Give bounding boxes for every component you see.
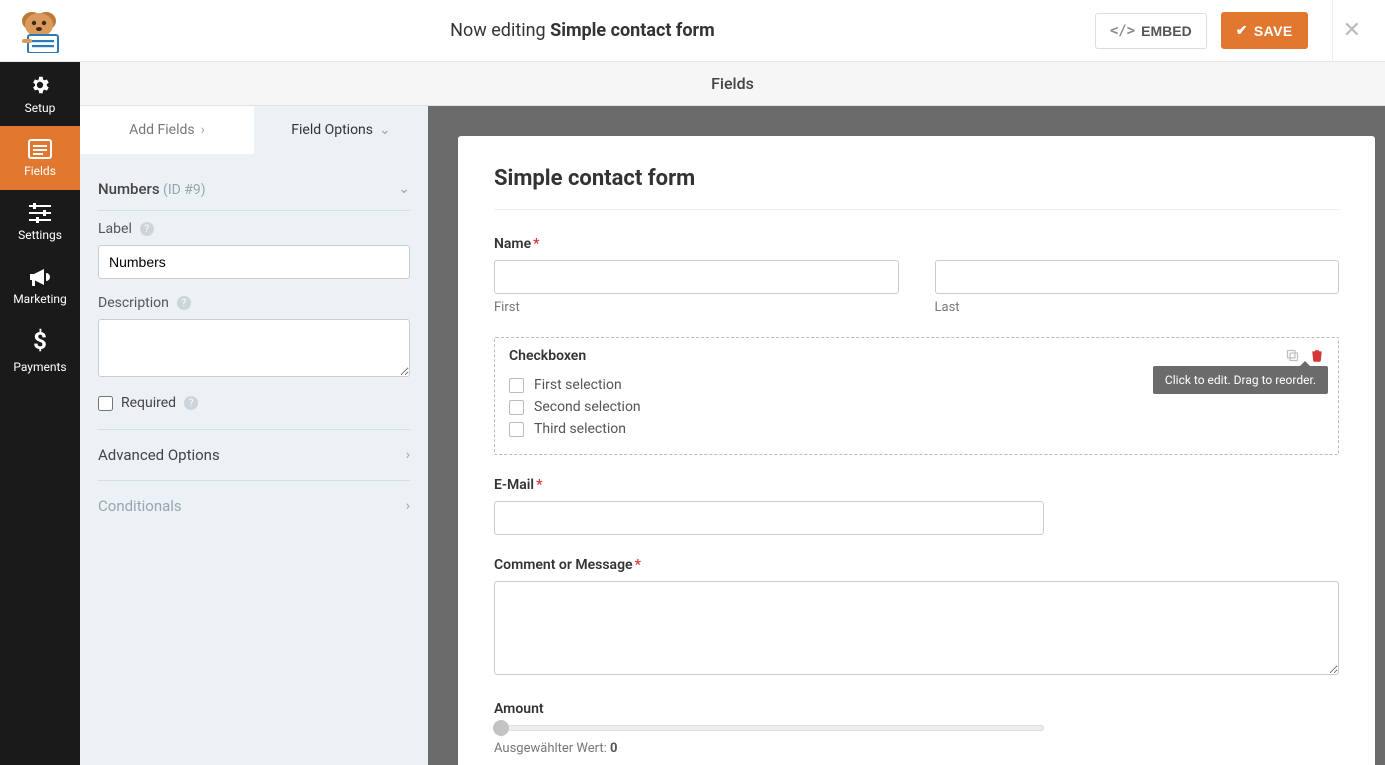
required-star: * [635, 557, 641, 573]
panel-body: Numbers (ID #9) ⌄ Label ? Description [80, 154, 428, 765]
required-checkbox[interactable] [98, 396, 113, 411]
code-icon: </> [1110, 23, 1135, 39]
amount-label: Amount [494, 701, 1339, 717]
duplicate-icon[interactable] [1285, 348, 1300, 363]
page-title: Now editing Simple contact form [70, 20, 1095, 41]
options-panel: Add Fields › Field Options ⌄ Numbers (ID… [80, 106, 428, 765]
field-section-header[interactable]: Numbers (ID #9) ⌄ [98, 168, 410, 211]
chevron-right-icon: › [406, 498, 410, 514]
comment-textarea[interactable] [494, 581, 1339, 675]
field-section-name: Numbers [98, 180, 160, 198]
field-options-block: Label ? Description ? Required ? [98, 211, 410, 430]
panel-tabs: Add Fields › Field Options ⌄ [80, 106, 428, 154]
editing-prefix: Now editing [450, 20, 545, 41]
last-name-input[interactable] [935, 260, 1340, 294]
field-tooltip: Click to edit. Drag to reorder. [1153, 366, 1328, 394]
field-checkboxes[interactable]: Checkboxen Click to [494, 337, 1339, 455]
wpforms-logo-icon [14, 9, 64, 53]
nav-setup[interactable]: Setup [0, 62, 80, 126]
checkbox-icon [509, 378, 524, 393]
advanced-options-row[interactable]: Advanced Options › [98, 430, 410, 481]
gear-icon [29, 74, 51, 96]
chevron-down-icon: ⌄ [379, 122, 391, 138]
first-sublabel: First [494, 300, 899, 315]
chevron-right-icon: › [201, 122, 205, 138]
dollar-icon: $ [33, 327, 47, 355]
close-button[interactable]: ✕ [1332, 0, 1365, 62]
app-logo [8, 9, 70, 53]
name-label: Name* [494, 236, 1339, 252]
side-nav: Setup Fields Settings Marketing $ Paymen… [0, 62, 80, 765]
chevron-right-icon: › [406, 447, 410, 463]
label-input[interactable] [98, 245, 410, 279]
field-email[interactable]: E-Mail* [494, 477, 1339, 535]
description-input[interactable] [98, 319, 410, 377]
check-icon: ✔ [1236, 22, 1248, 39]
field-section-id: (ID #9) [163, 182, 206, 198]
checkbox-icon [509, 422, 524, 437]
description-row: Description ? [98, 295, 410, 311]
embed-button[interactable]: </> EMBED [1095, 13, 1207, 49]
conditionals-row[interactable]: Conditionals › [98, 481, 410, 531]
form-preview: Simple contact form Name* First [458, 136, 1375, 765]
chevron-down-icon: ⌄ [398, 181, 410, 197]
checkbox-option[interactable]: Third selection [509, 418, 1324, 440]
tab-field-options[interactable]: Field Options ⌄ [254, 106, 428, 154]
megaphone-icon [28, 267, 52, 287]
comment-label: Comment or Message* [494, 557, 1339, 573]
last-sublabel: Last [935, 300, 1340, 315]
field-name[interactable]: Name* First Last [494, 236, 1339, 315]
field-comment[interactable]: Comment or Message* [494, 557, 1339, 679]
workspace: Add Fields › Field Options ⌄ Numbers (ID… [80, 106, 1385, 765]
trash-icon[interactable] [1310, 348, 1324, 363]
top-bar: Now editing Simple contact form </> EMBE… [0, 0, 1385, 62]
list-icon [28, 139, 52, 159]
required-star: * [533, 236, 539, 252]
nav-fields[interactable]: Fields [0, 126, 80, 190]
tab-add-fields[interactable]: Add Fields › [80, 106, 254, 154]
email-label: E-Mail* [494, 477, 1339, 493]
required-star: * [536, 477, 542, 493]
center-column: Fields Add Fields › Field Options ⌄ [80, 62, 1385, 765]
checkbox-option[interactable]: Second selection [509, 396, 1324, 418]
help-icon[interactable]: ? [184, 396, 198, 410]
required-row: Required ? [98, 381, 410, 411]
help-icon[interactable]: ? [177, 296, 191, 310]
nav-settings[interactable]: Settings [0, 190, 80, 254]
form-name[interactable]: Simple contact form [550, 20, 715, 41]
amount-value-display: Ausgewählter Wert: 0 [494, 741, 1044, 756]
section-header: Fields [80, 62, 1385, 106]
close-icon: ✕ [1343, 18, 1361, 43]
checkbox-label: Checkboxen [509, 348, 586, 364]
first-name-input[interactable] [494, 260, 899, 294]
email-input[interactable] [494, 501, 1044, 535]
sliders-icon [29, 203, 51, 223]
top-actions: </> EMBED ✔ SAVE ✕ [1095, 0, 1365, 62]
field-box-selected: Checkboxen Click to [494, 337, 1339, 455]
main: Setup Fields Settings Marketing $ Paymen… [0, 62, 1385, 765]
slider-thumb[interactable] [493, 720, 509, 736]
label-row: Label ? [98, 221, 410, 237]
checkbox-icon [509, 400, 524, 415]
canvas-wrap[interactable]: Simple contact form Name* First [428, 106, 1385, 765]
form-title: Simple contact form [494, 166, 1339, 210]
save-button[interactable]: ✔ SAVE [1221, 12, 1308, 49]
nav-marketing[interactable]: Marketing [0, 254, 80, 318]
field-amount[interactable]: Amount Ausgewählter Wert: 0 [494, 701, 1339, 756]
help-icon[interactable]: ? [140, 222, 154, 236]
amount-slider[interactable] [494, 725, 1044, 731]
nav-payments[interactable]: $ Payments [0, 318, 80, 382]
